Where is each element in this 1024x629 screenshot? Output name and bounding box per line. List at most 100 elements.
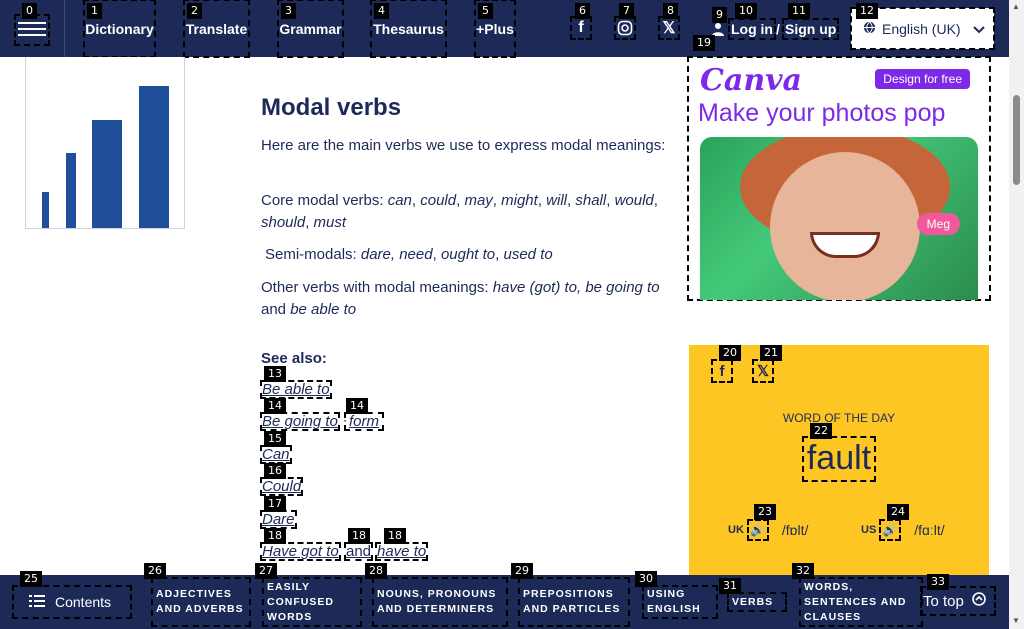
badge: 6 [575, 3, 590, 19]
us-pronunciation: US 🔊 /fɑːlt/ [861, 519, 945, 541]
badge: 12 [856, 3, 878, 19]
modal-verb: should [261, 214, 306, 231]
ad-photo-face [770, 152, 920, 300]
language-label: English (UK) [882, 20, 961, 37]
link-have-to[interactable]: have to [374, 542, 429, 561]
arrow-up-circle-icon [972, 592, 986, 610]
badge: 18 [384, 528, 406, 544]
menu-icon-line [18, 22, 46, 24]
semi-modals-paragraph: Semi-modals: dare, need, ought to, used … [265, 246, 553, 263]
scrollbar-thumb[interactable] [1013, 95, 1020, 185]
wotd-label: WORD OF THE DAY [782, 411, 896, 425]
category-words-sentences[interactable]: Words, sentences and clauses [799, 577, 923, 627]
badge: 14 [346, 398, 368, 414]
badge: 18 [348, 528, 370, 544]
scroll-up-arrow-icon[interactable]: ▲ [1012, 2, 1020, 11]
category-nouns-pronouns[interactable]: Nouns, pronouns and determiners [372, 577, 508, 627]
badge: 16 [264, 463, 286, 479]
badge: 27 [255, 563, 277, 579]
badge: 24 [887, 504, 909, 520]
instagram-icon[interactable] [614, 16, 636, 40]
thumb-bar [92, 120, 122, 228]
ad-photo: Meg [700, 137, 978, 300]
login-link[interactable]: Log in [728, 18, 776, 40]
modal-verb: will [546, 192, 568, 209]
category-using-english[interactable]: Using English [642, 585, 718, 619]
contents-label: Contents [55, 594, 112, 610]
badge: 4 [374, 3, 389, 19]
badge: 23 [754, 504, 776, 520]
top-navigation-bar: 0 Dictionary 1 Translate 2 Grammar 3 The… [0, 0, 1009, 58]
badge: 10 [735, 3, 757, 19]
semi-label: Semi-modals: [265, 246, 361, 263]
link-can[interactable]: Can [260, 445, 292, 464]
modal-verb: may [464, 192, 493, 209]
book-image-thumbnail [25, 57, 185, 229]
ad-name-tag: Meg [916, 213, 960, 235]
speaker-icon[interactable]: 🔊 [746, 519, 769, 541]
category-easily-confused[interactable]: Easily confused words [262, 577, 362, 627]
x-twitter-icon[interactable]: 𝕏 [658, 16, 680, 40]
link-could[interactable]: Could [259, 477, 304, 496]
list-icon [29, 594, 45, 610]
other-verbs-paragraph: Other verbs with modal meanings: have (g… [261, 277, 671, 321]
scroll-down-arrow-icon[interactable]: ▼ [1012, 616, 1020, 625]
badge: 14 [264, 398, 286, 414]
menu-button[interactable] [14, 14, 50, 46]
x-share-icon[interactable]: 𝕏 [752, 359, 774, 383]
core-modals-paragraph: Core modal verbs: can, could, may, might… [261, 192, 658, 231]
contents-button[interactable]: Contents [12, 585, 132, 619]
badge: 9 [712, 7, 727, 23]
grammar-category-bar: Contents Adjectives and adverbs Easily c… [0, 575, 1009, 629]
menu-icon-line [18, 28, 46, 30]
badge: 8 [663, 3, 678, 19]
page-scrollbar[interactable]: ▲ ▼ [1009, 0, 1024, 629]
auth-separator: / [776, 21, 780, 37]
speaker-icon[interactable]: 🔊 [879, 519, 902, 541]
uk-pronunciation: UK 🔊 /fɒlt/ [728, 519, 808, 541]
badge: 26 [144, 563, 166, 579]
semi-modal: used to [503, 246, 553, 263]
thumb-bar [42, 192, 49, 228]
other-verb: be able to [290, 301, 357, 318]
badge: 3 [281, 3, 296, 19]
thumb-bar [139, 86, 169, 228]
menu-icon-line [18, 34, 46, 36]
badge: 29 [511, 563, 533, 579]
category-prepositions[interactable]: Prepositions and particles [518, 577, 630, 627]
badge: 13 [264, 366, 286, 382]
globe-icon [863, 21, 876, 37]
intro-paragraph: Here are the main verbs we use to expres… [261, 137, 666, 154]
link-dare[interactable]: Dare [260, 510, 297, 529]
category-verbs[interactable]: Verbs [727, 592, 787, 612]
and-word: and [261, 301, 287, 318]
canva-advertisement[interactable]: Canva Design for free Make your photos p… [687, 56, 991, 301]
facebook-icon[interactable]: f [570, 16, 592, 40]
badge: 33 [927, 574, 949, 590]
signup-link[interactable]: Sign up [781, 18, 840, 40]
link-be-going-to[interactable]: Be going to [260, 412, 340, 431]
badge: 15 [264, 431, 286, 447]
link-and[interactable]: and [343, 542, 374, 561]
badge: 7 [619, 3, 634, 19]
badge: 2 [187, 3, 202, 19]
modal-verb: would [614, 192, 654, 209]
us-label: US [861, 524, 877, 536]
canva-logo: Canva [700, 63, 802, 98]
ad-headline: Make your photos pop [698, 99, 946, 127]
to-top-button[interactable]: To top [920, 586, 996, 616]
link-have-got-to[interactable]: Have got to [260, 542, 341, 561]
see-also-heading: See also: [261, 350, 327, 367]
category-adjectives-adverbs[interactable]: Adjectives and adverbs [151, 577, 251, 627]
thumb-bar [66, 153, 76, 228]
link-be-able-to[interactable]: Be able to [260, 380, 332, 399]
modal-verb: must [313, 214, 347, 231]
badge: 22 [810, 423, 832, 439]
facebook-share-icon[interactable]: f [711, 359, 733, 383]
ad-cta-button[interactable]: Design for free [875, 69, 970, 89]
divider [64, 0, 65, 57]
wotd-word[interactable]: fault [802, 436, 876, 482]
chevron-down-icon [972, 21, 985, 37]
link-form[interactable]: form [344, 412, 384, 431]
word-of-the-day-panel: f 𝕏 WORD OF THE DAY fault UK 🔊 /fɒlt/ US… [689, 345, 989, 575]
